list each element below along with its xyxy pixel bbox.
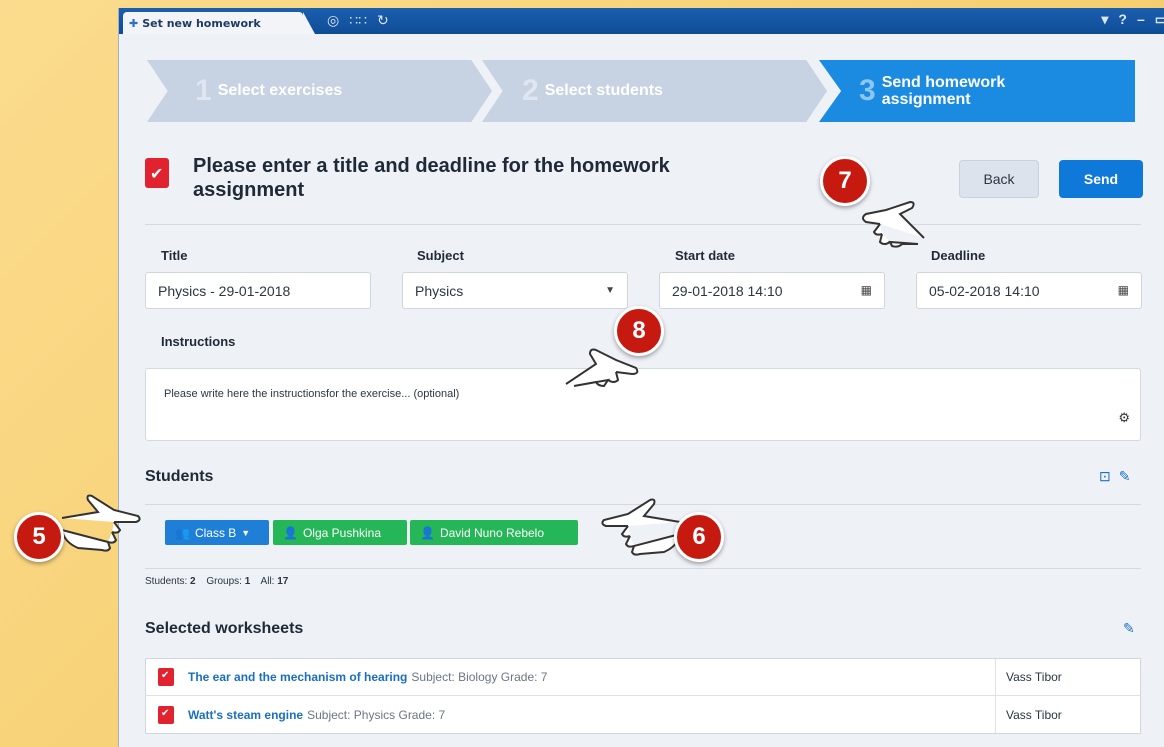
calendar-icon[interactable]: ▦ [1118,283,1129,297]
pointing-hand-icon [601,498,682,556]
minimize-icon[interactable]: – [1137,11,1145,28]
dropdown-icon[interactable]: ▾ [1101,11,1108,28]
callout-badge: 8 [614,306,664,356]
homework-tab-icon: ✚ [129,16,139,30]
calendar-icon[interactable]: ▦ [861,283,872,297]
send-button[interactable]: Send [1059,160,1143,198]
help-icon[interactable]: ? [1118,11,1127,28]
back-button[interactable]: Back [959,160,1039,198]
user-icon: 👤 [420,525,435,540]
worksheet-link[interactable]: The ear and the mechanism of hearing [188,670,407,684]
instructions-label: Instructions [161,334,236,349]
worksheet-check-icon [145,158,169,188]
title-input-value: Physics - 29-01-2018 [158,282,291,299]
students-heading: Students [145,468,214,485]
start-date-input[interactable]: 29-01-2018 14:10 ▦ [659,272,885,309]
all-count-value: 17 [277,576,289,587]
worksheet-cell: Watt's steam engine Subject: Physics Gra… [146,696,996,733]
students-actions: ⊡ ✎ [1099,468,1130,485]
toolbar-icons: ◎ ∷∷ ↻ [327,12,389,29]
step-number: 3 [859,74,876,107]
pencil-icon[interactable]: ✎ [1123,620,1135,637]
worksheet-icon [158,668,174,686]
tab-label: Set new homework [142,16,261,30]
step-select-students[interactable]: 2 Select students [482,60,827,122]
refresh-icon[interactable]: ↻ [377,12,389,29]
groups-count-value: 1 [244,576,251,587]
students-count-value: 2 [190,576,196,587]
worksheet-link[interactable]: Watt's steam engine [188,708,303,722]
callout-badge: 5 [14,512,64,562]
student-counts: Students: 2 Groups: 1 All: 17 [145,576,296,587]
user-icon: 👤 [283,525,298,540]
step-label: Select exercises [217,82,343,99]
worksheets-heading: Selected worksheets [145,620,304,637]
divider [145,224,1141,225]
title-label: Title [161,248,188,263]
chip-label: Class B [194,525,237,540]
pointing-hand-icon [60,494,141,552]
table-row[interactable]: Watt's steam engine Subject: Physics Gra… [146,696,1140,733]
subject-select-value: Physics [415,282,464,299]
all-count-label: All: [260,576,275,587]
student-chip[interactable]: 👤 David Nuno Rebelo [410,520,578,545]
deadline-value: 05-02-2018 14:10 [929,282,1040,299]
step-label: Select students [544,82,663,99]
worksheet-icon [158,705,174,724]
groups-count-label: Groups: [206,576,242,587]
gear-icon[interactable]: ⚙ [1118,410,1130,426]
step-number: 2 [522,74,539,107]
caret-down-icon: ▼ [241,527,251,538]
student-chip[interactable]: 👤 Olga Pushkina [273,520,407,545]
group-icon: 👥 [175,525,190,540]
worksheets-table: The ear and the mechanism of hearing Sub… [145,658,1141,734]
start-date-label: Start date [675,248,735,263]
grid-icon[interactable]: ∷∷ [349,12,367,29]
palette-icon[interactable]: ◎ [327,12,339,29]
title-bar: ✚ Set new homework ◎ ∷∷ ↻ ▾ ? – ▭ [119,8,1164,34]
step-number: 1 [195,74,212,107]
worksheet-author: Vass Tibor [1006,670,1062,684]
maximize-icon[interactable]: ▭ [1155,11,1164,28]
page-title: Please enter a title and deadline for th… [193,155,670,201]
subject-select[interactable]: Physics ▼ [402,272,628,309]
pencil-icon[interactable]: ✎ [1119,468,1131,485]
step-select-exercises[interactable]: 1 Select exercises [147,60,492,122]
collapse-icon[interactable]: ⊡ [1099,468,1111,485]
group-chip-class-b[interactable]: 👥 Class B ▼ [165,520,269,545]
deadline-input[interactable]: 05-02-2018 14:10 ▦ [916,272,1142,309]
worksheet-author: Vass Tibor [1006,707,1062,722]
table-row[interactable]: The ear and the mechanism of hearing Sub… [146,659,1140,696]
chevron-down-icon: ▼ [605,285,615,296]
start-date-value: 29-01-2018 14:10 [672,282,783,299]
instructions-text: Please write here the instructionsfor th… [164,388,460,400]
divider [145,568,1141,569]
tab-set-new-homework[interactable]: ✚ Set new homework [123,12,315,34]
chip-label: David Nuno Rebelo [439,525,545,540]
wizard-steps: 1 Select exercises 2 Select students 3 S… [147,60,1135,122]
subject-label: Subject [417,248,464,263]
callout-badge: 7 [820,156,870,206]
callout-badge: 6 [674,512,724,562]
worksheet-cell: The ear and the mechanism of hearing Sub… [146,659,996,695]
students-count-label: Students: [145,576,188,587]
chip-label: Olga Pushkina [302,525,381,540]
deadline-label: Deadline [931,248,986,263]
window-controls: ▾ ? – ▭ [1101,11,1164,28]
worksheet-meta: Subject: Physics Grade: 7 [307,707,446,722]
title-input[interactable]: Physics - 29-01-2018 [145,272,371,309]
step-send-homework[interactable]: 3 Send homework assignment [819,60,1135,122]
worksheet-meta: Subject: Biology Grade: 7 [411,670,548,684]
step-label: Send homework assignment [881,74,1006,108]
